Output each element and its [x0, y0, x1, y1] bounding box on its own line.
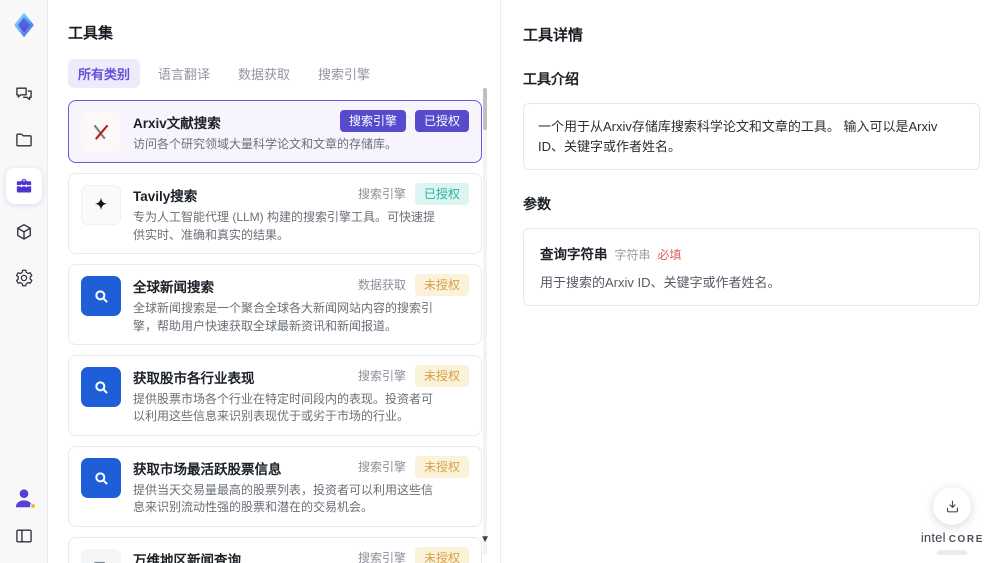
scrollbar-thumb[interactable] — [483, 88, 487, 130]
intel-logo-sub-badge — [937, 550, 968, 555]
tavily-tool-icon — [81, 185, 121, 226]
arxiv-tool-icon — [81, 112, 121, 152]
tool-description: 全球新闻搜索是一个聚合全球各大新闻网站内容的搜索引擎，帮助用户快速获取全球最新资… — [133, 301, 434, 333]
parameter-name: 查询字符串 — [540, 247, 608, 262]
tool-category-badge: 搜索引擎 — [357, 368, 406, 383]
cube-icon[interactable] — [6, 214, 42, 250]
app-root: 工具集 所有类别 语言翻译 数据获取 搜索引擎 Arxiv文献搜索 搜索引擎 已授权 … — [0, 0, 1000, 563]
search-tool-icon — [81, 457, 121, 498]
scroll-down-indicator[interactable]: ▼ — [480, 535, 490, 545]
tool-card[interactable]: 获取市场最活跃股票信息 搜索引擎 未授权 提供当天交易量最高的股票列表，投资者可… — [68, 445, 482, 527]
tool-category-badge: 搜索引擎 — [357, 459, 406, 474]
status-dot — [29, 503, 36, 509]
tool-name: 获取市场最活跃股票信息 — [133, 461, 282, 477]
tool-status-badge[interactable]: 已授权 — [414, 110, 469, 132]
tool-badges: 搜索引擎 未授权 — [357, 364, 469, 387]
details-panel: 工具详情 工具介绍 一个用于从Arxiv存储库搜索科学论文和文章的工具。 输入可… — [501, 0, 1000, 563]
tool-name: 全球新闻搜索 — [133, 280, 214, 296]
download-button[interactable] — [933, 487, 972, 525]
tool-name: Arxiv文献搜索 — [133, 116, 221, 131]
tool-status-badge: 未授权 — [414, 546, 469, 563]
news-tool-icon — [81, 548, 121, 563]
tool-category-badge[interactable]: 搜索引擎 — [339, 110, 406, 132]
tool-status-badge: 未授权 — [414, 364, 469, 387]
corner-actions: intel CORE — [921, 487, 984, 555]
details-title: 工具详情 — [523, 27, 584, 44]
tool-status-badge: 未授权 — [414, 455, 469, 478]
app-logo[interactable] — [9, 10, 39, 40]
intel-core-logo: intel CORE — [921, 530, 984, 545]
parameter-type: 字符串 — [614, 248, 651, 262]
category-tab-0[interactable]: 所有类别 — [68, 59, 141, 88]
parameter-required-flag: 必填 — [657, 248, 682, 262]
tool-card[interactable]: Arxiv文献搜索 搜索引擎 已授权 访问各个研究领域大量科学论文和文章的存储库… — [68, 100, 482, 164]
tool-card[interactable]: 万维地区新闻查询 搜索引擎 未授权 查询具体行政区划内的新闻，快速了解各地新闻动… — [68, 536, 482, 563]
rail-bottom — [6, 485, 42, 551]
tool-badges: 搜索引擎 未授权 — [357, 546, 469, 563]
user-avatar[interactable] — [11, 485, 37, 511]
tool-card[interactable]: 全球新闻搜索 数据获取 未授权 全球新闻搜索是一个聚合全球各大新闻网站内容的搜索… — [68, 264, 482, 345]
icon-rail — [0, 0, 48, 563]
tool-category-badge: 搜索引擎 — [357, 550, 406, 563]
category-tab-2[interactable]: 数据获取 — [228, 59, 300, 88]
tool-list: Arxiv文献搜索 搜索引擎 已授权 访问各个研究领域大量科学论文和文章的存储库… — [68, 100, 482, 563]
toolbox-icon[interactable] — [5, 168, 42, 204]
category-tab-1[interactable]: 语言翻译 — [148, 59, 220, 88]
core-wordmark: CORE — [948, 534, 984, 545]
tool-intro-text: 一个用于从Arxiv存储库搜索科学论文和文章的工具。 输入可以是Arxiv ID… — [523, 103, 980, 170]
tools-panel: 工具集 所有类别 语言翻译 数据获取 搜索引擎 Arxiv文献搜索 搜索引擎 已授权 … — [48, 0, 501, 563]
tool-description: 提供当天交易量最高的股票列表，投资者可以利用这些信息来识别流动性强的股票和潜在的… — [133, 482, 434, 515]
tool-status-badge: 未授权 — [414, 274, 469, 297]
settings-gear-icon[interactable] — [6, 260, 42, 296]
intel-wordmark: intel — [920, 530, 946, 545]
tool-description: 提供股票市场各个行业在特定时间段内的表现。投资者可以利用这些信息来识别表现优于或… — [133, 391, 434, 424]
tool-card[interactable]: 获取股市各行业表现 搜索引擎 未授权 提供股票市场各个行业在特定时间段内的表现。… — [68, 354, 482, 436]
tool-badges: 搜索引擎 已授权 — [339, 110, 469, 132]
chat-icon[interactable] — [6, 76, 42, 112]
tool-status-badge: 已授权 — [414, 183, 469, 206]
page-title: 工具集 — [68, 25, 114, 42]
params-heading: 参数 — [523, 196, 551, 212]
tool-category-badge: 搜索引擎 — [357, 187, 406, 202]
tool-name: Tavily搜索 — [133, 189, 198, 205]
tool-name: 获取股市各行业表现 — [133, 370, 255, 386]
tool-category-badge: 数据获取 — [357, 278, 406, 293]
list-scrollbar[interactable] — [483, 88, 487, 555]
panel-toggle-icon[interactable] — [6, 521, 42, 551]
tool-badges: 数据获取 未授权 — [357, 274, 469, 297]
folder-icon[interactable] — [6, 122, 42, 158]
tool-badges: 搜索引擎 未授权 — [357, 455, 469, 478]
category-tab-3[interactable]: 搜索引擎 — [308, 59, 380, 88]
rail-nav — [5, 76, 42, 296]
search-tool-icon — [81, 366, 121, 407]
search-tool-icon — [81, 276, 121, 317]
tool-description: 访问各个研究领域大量科学论文和文章的存储库。 — [133, 137, 398, 151]
tool-badges: 搜索引擎 已授权 — [357, 183, 469, 206]
category-tabs: 所有类别 语言翻译 数据获取 搜索引擎 — [68, 59, 482, 88]
intro-heading: 工具介绍 — [523, 71, 579, 87]
parameter-description: 用于搜索的Arxiv ID、关键字或作者姓名。 — [540, 275, 781, 290]
tool-name: 万维地区新闻查询 — [133, 552, 241, 563]
tool-card[interactable]: Tavily搜索 搜索引擎 已授权 专为人工智能代理 (LLM) 构建的搜索引擎… — [68, 173, 482, 255]
parameter-card: 查询字符串 字符串 必填 用于搜索的Arxiv ID、关键字或作者姓名。 — [523, 228, 980, 306]
tool-description: 专为人工智能代理 (LLM) 构建的搜索引擎工具。可快速提供实时、准确和真实的结… — [133, 210, 436, 242]
